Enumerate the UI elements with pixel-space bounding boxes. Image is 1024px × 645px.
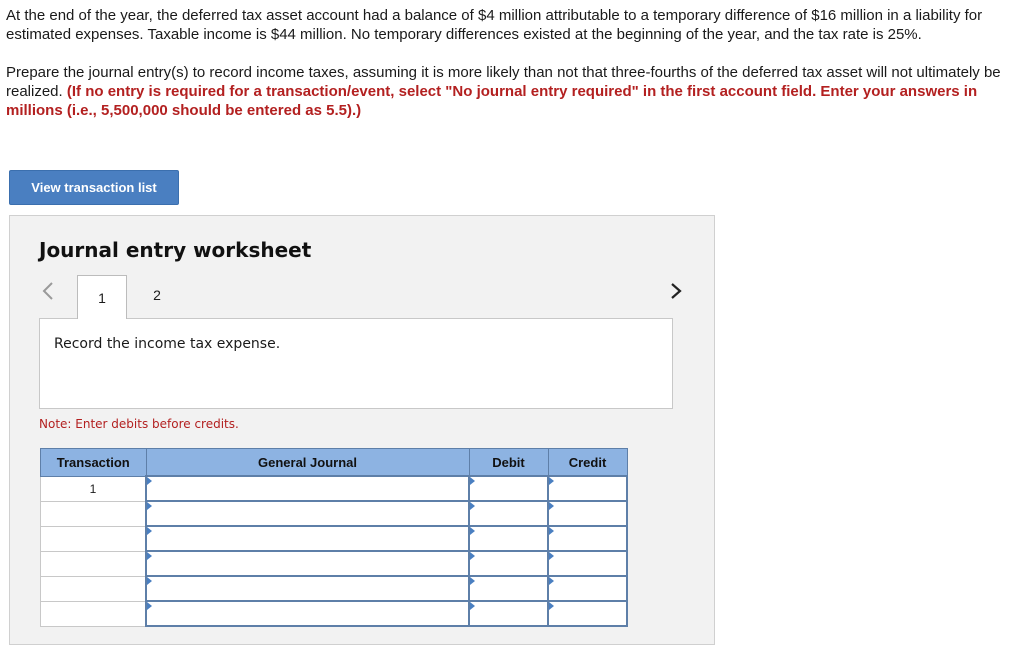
input-marker-icon [549, 502, 554, 510]
dropdown-marker-icon [147, 527, 152, 535]
column-header-debit: Debit [468, 448, 549, 477]
credit-field[interactable] [547, 475, 628, 502]
tab-1[interactable]: 1 [77, 275, 127, 319]
dropdown-marker-icon [147, 552, 152, 560]
problem-instruction: (If no entry is required for a transacti… [6, 83, 978, 119]
input-marker-icon [470, 502, 475, 510]
account-field[interactable] [145, 475, 470, 502]
input-marker-icon [470, 602, 475, 610]
table-row [40, 525, 628, 552]
chevron-left-icon[interactable] [40, 280, 56, 302]
input-marker-icon [549, 602, 554, 610]
chevron-right-icon[interactable] [668, 280, 684, 302]
problem-statement: At the end of the year, the deferred tax… [6, 6, 1011, 120]
input-marker-icon [549, 552, 554, 560]
journal-entry-worksheet: Journal entry worksheet 1 2 Record the i… [9, 215, 715, 645]
transaction-cell [40, 575, 147, 602]
credit-field[interactable] [547, 550, 628, 577]
entry-description: Record the income tax expense. [54, 336, 281, 352]
input-marker-icon [549, 477, 554, 485]
transaction-cell [40, 500, 147, 527]
account-field[interactable] [145, 600, 470, 627]
debit-field[interactable] [468, 525, 549, 552]
worksheet-title: Journal entry worksheet [39, 238, 312, 262]
table-row [40, 500, 628, 527]
problem-paragraph-2: Prepare the journal entry(s) to record i… [6, 63, 1011, 120]
input-marker-icon [470, 527, 475, 535]
problem-paragraph-1: At the end of the year, the deferred tax… [6, 7, 983, 43]
table-row [40, 550, 628, 577]
input-marker-icon [549, 577, 554, 585]
dropdown-marker-icon [147, 602, 152, 610]
account-field[interactable] [145, 550, 470, 577]
input-marker-icon [549, 527, 554, 535]
transaction-cell: 1 [40, 475, 147, 502]
column-header-transaction: Transaction [40, 448, 147, 477]
debit-field[interactable] [468, 475, 549, 502]
dropdown-marker-icon [147, 477, 152, 485]
table-row [40, 600, 628, 627]
account-field[interactable] [145, 575, 470, 602]
input-marker-icon [470, 477, 475, 485]
credit-field[interactable] [547, 525, 628, 552]
account-field[interactable] [145, 500, 470, 527]
column-header-general-journal: General Journal [145, 448, 470, 477]
entry-note: Note: Enter debits before credits. [39, 417, 239, 431]
tab-2[interactable]: 2 [132, 275, 182, 315]
dropdown-marker-icon [147, 577, 152, 585]
input-marker-icon [470, 552, 475, 560]
debit-field[interactable] [468, 600, 549, 627]
credit-field[interactable] [547, 575, 628, 602]
view-transaction-list-button[interactable]: View transaction list [9, 170, 179, 205]
dropdown-marker-icon [147, 502, 152, 510]
journal-table: Transaction General Journal Debit Credit… [40, 448, 628, 627]
entry-description-box: Record the income tax expense. [39, 318, 673, 409]
table-row [40, 575, 628, 602]
table-row: 1 [40, 475, 628, 502]
account-field[interactable] [145, 525, 470, 552]
debit-field[interactable] [468, 575, 549, 602]
transaction-cell [40, 550, 147, 577]
input-marker-icon [470, 577, 475, 585]
debit-field[interactable] [468, 500, 549, 527]
debit-field[interactable] [468, 550, 549, 577]
transaction-cell [40, 600, 147, 627]
credit-field[interactable] [547, 500, 628, 527]
credit-field[interactable] [547, 600, 628, 627]
transaction-cell [40, 525, 147, 552]
column-header-credit: Credit [547, 448, 628, 477]
